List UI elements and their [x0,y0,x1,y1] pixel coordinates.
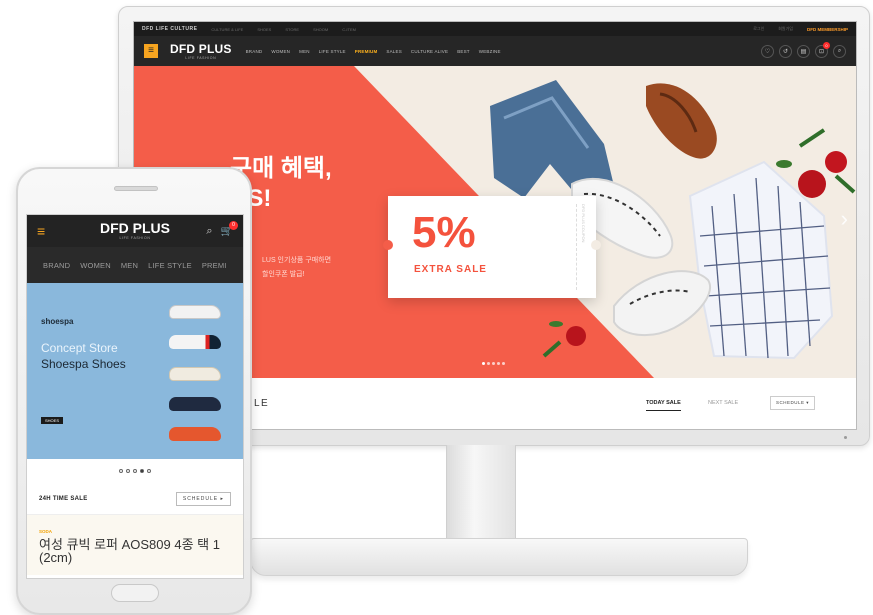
banner-slide-dot[interactable] [147,469,151,473]
tab-next-sale[interactable]: NEXT SALE [708,400,738,406]
banner-title-line1: Concept Store [41,341,118,355]
phone-speaker [114,186,158,191]
nav-item-men[interactable]: MEN [299,49,310,54]
cart-icon[interactable]: ⊡ 0 [815,41,830,58]
mobile-nav: BRAND WOMEN MEN LIFE STYLE PREMI [27,247,243,283]
schedule-button[interactable]: SCHEDULE ▾ [770,396,816,410]
monitor-stand-neck [446,445,516,540]
banner-title-line2: Shoespa Shoes [41,357,126,371]
site-logo[interactable]: DFD PLUS LIFE FASHION [170,42,232,60]
nav-item-premium[interactable]: PREMIUM [355,49,378,54]
banner-slide-dot[interactable] [133,469,137,473]
nav-item-women[interactable]: WOMEN [271,49,290,54]
nav-item-sales[interactable]: SALES [386,49,402,54]
time-sale-title: 24H TIME SALE [39,495,88,502]
shoe-image [169,335,221,349]
login-link[interactable]: 로그인 [753,26,764,32]
heart-icon[interactable]: ♡ [761,44,774,58]
desktop-main-nav: ≡ DFD PLUS LIFE FASHION BRAND WOMEN MEN … [134,36,856,66]
topbar-link[interactable]: C-ITEM [342,27,356,32]
membership-link[interactable]: DFD MEMBERSHIP [807,27,848,32]
hero-slide-dot[interactable] [482,362,485,365]
mobile-nav-brand[interactable]: BRAND [43,261,70,270]
topbar-link[interactable]: SHOOM [313,27,328,32]
mobile-nav-premium[interactable]: PREMI [202,261,227,270]
banner-tag: SHOES [41,417,64,424]
mobile-nav-life-style[interactable]: LIFE STYLE [148,261,192,270]
shoe-image [169,427,221,441]
mobile-nav-women[interactable]: WOMEN [80,261,111,270]
product-name[interactable]: 여성 큐빅 로퍼 AOS809 4종 택 1 (2cm) [39,538,239,564]
logo-text: DFD PLUS [170,42,232,56]
nav-icon-group: ♡ ↺ ▤ ⊡ 0 ⌕ [761,41,846,58]
desktop-topbar: DFD LIFE CULTURE CULTURE & LIFE SHOES ST… [134,22,856,36]
product-card[interactable]: SODA 여성 큐빅 로퍼 AOS809 4종 택 1 (2cm) [27,515,243,575]
banner-slide-dot[interactable] [126,469,130,473]
mobile-nav-men[interactable]: MEN [121,261,138,270]
menu-icon[interactable]: ≡ [144,44,158,58]
nav-links: BRAND WOMEN MEN LIFE STYLE PREMIUM SALES… [246,49,501,54]
coupon-side-text: DFD PLUS COUPON [576,204,586,290]
hero-slide-dot[interactable] [487,362,490,365]
hero-slide-dot[interactable] [492,362,495,365]
sale-section-title: LE [254,398,270,409]
mobile-banner[interactable]: shoespa Concept Store Shoespa Shoes SHOE… [27,283,243,459]
schedule-button[interactable]: SCHEDULE ▸ [175,491,231,506]
nav-item-life-style[interactable]: LIFE STYLE [319,49,346,54]
home-button[interactable] [111,584,159,602]
mypage-icon[interactable]: ▤ [797,44,810,58]
banner-slide-dot[interactable] [119,469,123,473]
topbar-link[interactable]: SHOES [257,27,271,32]
topbar-link[interactable]: CULTURE & LIFE [211,27,243,32]
banner-slide-dots [27,459,243,483]
coupon-card[interactable]: 5% EXTRA SALE DFD PLUS COUPON [383,196,601,298]
mobile-header: ≡ DFD PLUS LIFE FASHION ⌕ 🛒 0 [27,215,243,247]
hero-description: LUS 인기상품 구매하면 할인쿠폰 발급! [262,254,331,282]
hero-slide-dot[interactable] [502,362,505,365]
logo-subtext: LIFE FASHION [185,56,217,60]
search-icon[interactable]: ⌕ [206,225,212,238]
hero-desc-line2: 할인쿠폰 발급! [262,271,305,278]
nav-item-best[interactable]: BEST [457,49,470,54]
hero-slide-dot[interactable] [497,362,500,365]
coupon-percent: 5% [412,208,476,257]
search-icon[interactable]: ⌕ [833,44,846,58]
coupon-label: EXTRA SALE [414,264,487,275]
banner-brand: shoespa [41,317,74,326]
hero-desc-line1: LUS 인기상품 구매하면 [262,257,332,264]
nav-item-culture-alive[interactable]: CULTURE ALIVE [411,49,448,54]
time-sale-header: 24H TIME SALE SCHEDULE ▸ [27,483,243,515]
signup-link[interactable]: 회원가입 [778,26,793,32]
shoe-image [169,305,221,319]
mobile-screen: ≡ DFD PLUS LIFE FASHION ⌕ 🛒 0 BRAND WOME… [26,214,244,579]
nav-item-brand[interactable]: BRAND [246,49,263,54]
monitor-stand-base [250,538,748,576]
cart-icon[interactable]: 🛒 0 [221,220,238,237]
topbar-link[interactable]: STORE [285,27,299,32]
mobile-phone: ≡ DFD PLUS LIFE FASHION ⌕ 🛒 0 BRAND WOME… [16,167,252,615]
history-icon[interactable]: ↺ [779,44,792,58]
shoe-image [169,397,221,411]
shoe-image [169,367,221,381]
power-led [844,436,847,439]
chevron-right-icon[interactable]: › [841,206,848,232]
nav-item-webzine[interactable]: WEBZINE [479,49,501,54]
cart-count-badge: 0 [229,220,238,230]
tab-today-sale[interactable]: TODAY SALE [646,400,681,411]
hero-slide-dots [482,362,505,365]
product-brand: SODA [39,529,53,534]
topbar-brand[interactable]: DFD LIFE CULTURE [142,26,197,32]
cart-count-badge: 0 [823,41,830,49]
banner-slide-dot[interactable] [140,469,144,473]
